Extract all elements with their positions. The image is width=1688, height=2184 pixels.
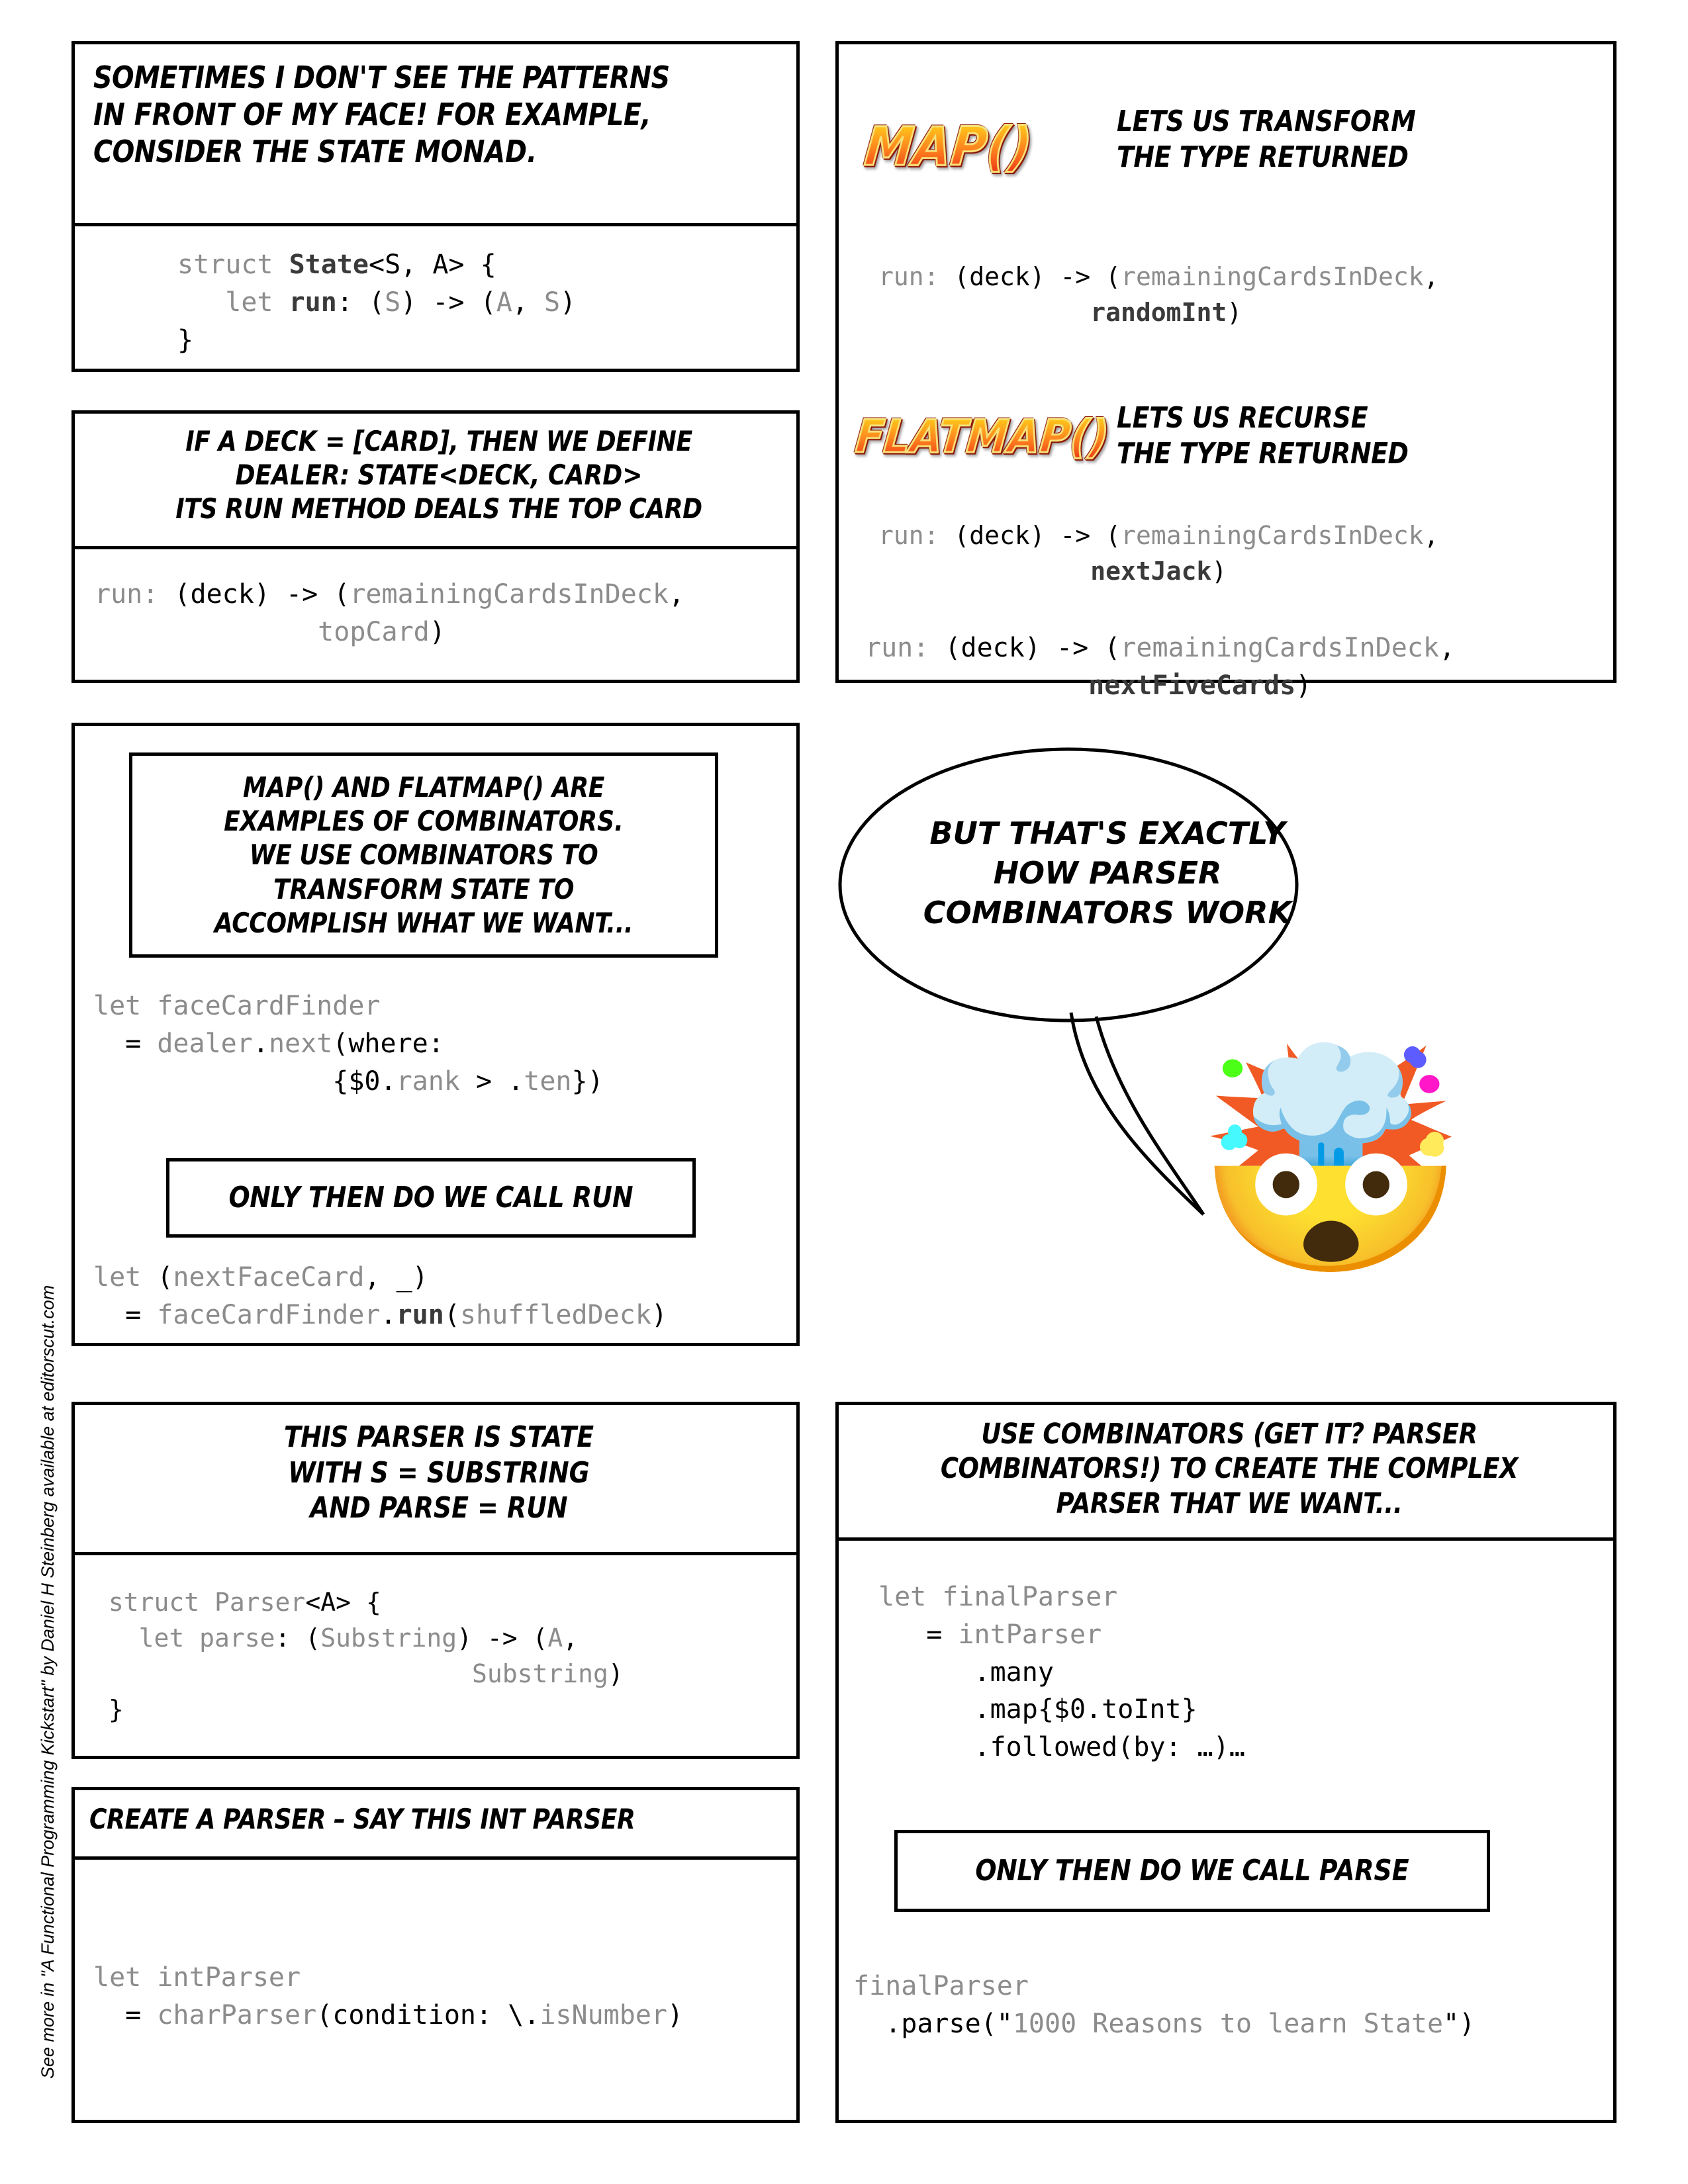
code-line: let (nextFaceCard, _): [93, 1262, 428, 1293]
create-parser-code-block: let intParser = charParser(condition: \.…: [93, 1959, 683, 2034]
code-line: finalParser: [853, 1971, 1029, 2001]
intro-caption: Sometimes I don't see the patterns in fro…: [93, 59, 795, 170]
code-line: run: (deck) -> (remainingCardsInDeck,: [878, 262, 1439, 291]
panel-dealer: If a deck = [Card], then we define dealer…: [71, 410, 800, 683]
code-line: .parse("1000 Reasons to learn State"): [885, 2008, 1476, 2039]
code-line: .followed(by: …)…: [974, 1732, 1245, 1763]
caption-line: Lets us transform: [1117, 105, 1416, 138]
exploding-head-emoji: 🤯: [1195, 1039, 1467, 1283]
code-line: {$0.rank > .ten}): [332, 1066, 604, 1097]
only-then-parse-box: Only then do we call parse: [894, 1830, 1490, 1912]
only-then-run-caption: Only then do we call run: [179, 1180, 682, 1216]
parser-struct-code-block: struct Parser<A> { let parse: (Substring…: [93, 1585, 624, 1728]
create-parser-caption: Create a parser – say this int parser: [89, 1802, 791, 1836]
panel-intro-divider: [75, 223, 796, 226]
panel-create-parser-divider: [75, 1856, 796, 1860]
code-line: }: [177, 324, 194, 355]
final-parser-caption: Use combinators (get it? Parser combinato…: [848, 1417, 1611, 1521]
code-line: = intParser: [926, 1619, 1102, 1650]
caption-line: examples of combinators.: [224, 805, 624, 838]
balloon-line: how Parser: [993, 854, 1222, 891]
code-line: let parse: (Substring) -> (A,: [93, 1623, 579, 1653]
caption-line: This Parser is State: [283, 1420, 594, 1454]
caption-line: parser that we want...: [1056, 1486, 1403, 1520]
caption-line: its run method deals the top card: [175, 492, 702, 525]
code-line: let run: (S) -> (A, S): [177, 287, 577, 318]
code-line: nextJack): [1090, 556, 1227, 586]
combinators-inner-caption: map() and flatMap() are examples of combi…: [139, 770, 708, 940]
caption-line: combinators!) to create the complex: [940, 1452, 1519, 1486]
caption-line: and parse = run: [310, 1491, 568, 1525]
panel-parser-divider: [75, 1552, 796, 1555]
code-line: nextFiveCards): [1088, 670, 1312, 701]
panel-dealer-divider: [75, 546, 796, 549]
only-then-run-box: Only then do we call run: [166, 1158, 696, 1238]
code-line: run: (deck) -> (remainingCardsInDeck,: [865, 633, 1456, 663]
caption-line: Sometimes I don't see the patterns: [93, 60, 670, 95]
panel-parser-is-state: This Parser is State with S = Substring an…: [71, 1402, 800, 1759]
code-line: let finalParser: [878, 1582, 1118, 1612]
code-line: = dealer.next(where:: [125, 1028, 444, 1059]
final-parser-code-block-2: finalParser .parse("1000 Reasons to lear…: [853, 1968, 1475, 2043]
caption-line: map() and flatMap() are: [242, 770, 605, 803]
code-line: Substring): [471, 1659, 624, 1688]
caption-line: Use combinators (get it? Parser: [981, 1418, 1477, 1451]
code-line: run: (deck) -> (remainingCardsInDeck,: [95, 579, 685, 610]
panel-combinators: map() and flatMap() are examples of combi…: [71, 723, 800, 1346]
intro-code-block: struct State<S, A> { let run: (S) -> (A,…: [177, 246, 576, 359]
code-line: .map{$0.toInt}: [974, 1694, 1197, 1725]
final-parser-code-block-1: let finalParser = intParser .many .map{$…: [878, 1578, 1245, 1766]
combinators-inner-box: map() and flatMap() are examples of combi…: [129, 752, 718, 958]
caption-line: Create a parser – say this int parser: [89, 1803, 635, 1835]
caption-line: If a deck = [Card], then we define: [185, 425, 692, 457]
code-line: randomInt): [1090, 297, 1243, 327]
caption-line: dealer: State<Deck, Card>: [235, 459, 643, 492]
balloon-line: Combinators work: [923, 894, 1292, 931]
balloon-line: But that's exactly: [929, 815, 1286, 851]
flatmap-code-block-1: run: (deck) -> (remainingCardsInDeck, ne…: [878, 518, 1439, 590]
dealer-caption: If a deck = [Card], then we define dealer…: [84, 424, 794, 526]
map-caption: Lets us transform the type returned: [1117, 104, 1593, 175]
flatmap-code-block-2: run: (deck) -> (remainingCardsInDeck, ne…: [865, 629, 1455, 705]
panel-intro: Sometimes I don't see the patterns in fro…: [71, 41, 800, 372]
code-line: = charParser(condition: \.isNumber): [125, 1999, 684, 2030]
code-line: struct State<S, A> {: [177, 250, 496, 280]
caption-line: the type returned: [1117, 140, 1409, 174]
code-line: run: (deck) -> (remainingCardsInDeck,: [878, 521, 1439, 550]
panel-create-parser: Create a parser – say this int parser le…: [71, 1787, 800, 2123]
caption-line: Only then do we call run: [228, 1181, 633, 1215]
caption-line: transform state to: [273, 872, 575, 905]
code-line: .many: [974, 1657, 1054, 1688]
only-then-parse-caption: Only then do we call parse: [908, 1853, 1477, 1889]
flatmap-logo: FLATMAP(): [853, 410, 1112, 465]
credit-line: See more in "A Functional Programming Ki…: [38, 1285, 58, 2079]
map-code-block: run: (deck) -> (remainingCardsInDeck, ra…: [878, 259, 1439, 331]
code-line: let faceCardFinder: [93, 991, 381, 1021]
parser-is-state-caption: This Parser is State with S = Substring an…: [84, 1420, 794, 1526]
dealer-code-block: run: (deck) -> (remainingCardsInDeck, to…: [95, 576, 684, 651]
comic-sheet: See more in "A Functional Programming Ki…: [0, 0, 1688, 2184]
caption-line: consider the State Monad.: [93, 134, 537, 170]
caption-line: We use combinators to: [249, 839, 598, 872]
combinators-code-block-1: let faceCardFinder = dealer.next(where: …: [93, 987, 604, 1100]
code-line: struct Parser<A> {: [93, 1588, 381, 1617]
combinators-code-block-2: let (nextFaceCard, _) = faceCardFinder.r…: [93, 1259, 667, 1334]
caption-line: accomplish what we want...: [214, 906, 633, 939]
caption-line: in front of my face! For example,: [93, 97, 651, 133]
code-line: topCard): [318, 616, 445, 647]
flatmap-caption: Lets us recurse the type returned: [1117, 400, 1593, 471]
caption-line: Lets us recurse: [1117, 401, 1368, 435]
speech-balloon-text: But that's exactly how Parser Combinators …: [833, 814, 1382, 933]
panel-map-flatmap: MAP() Lets us transform the type returned…: [835, 41, 1617, 701]
code-line: = faceCardFinder.run(shuffledDeck): [125, 1299, 668, 1330]
panel-final-parser-divider: [839, 1537, 1613, 1541]
caption-line: the type returned: [1117, 436, 1409, 471]
map-logo: MAP(): [861, 115, 1035, 179]
code-line: let intParser: [93, 1962, 301, 1993]
code-line: }: [93, 1694, 124, 1724]
caption-line: with S = Substring: [288, 1455, 590, 1490]
panel-final-parser: Use combinators (get it? Parser combinato…: [835, 1402, 1617, 2123]
caption-line: Only then do we call parse: [975, 1854, 1409, 1888]
